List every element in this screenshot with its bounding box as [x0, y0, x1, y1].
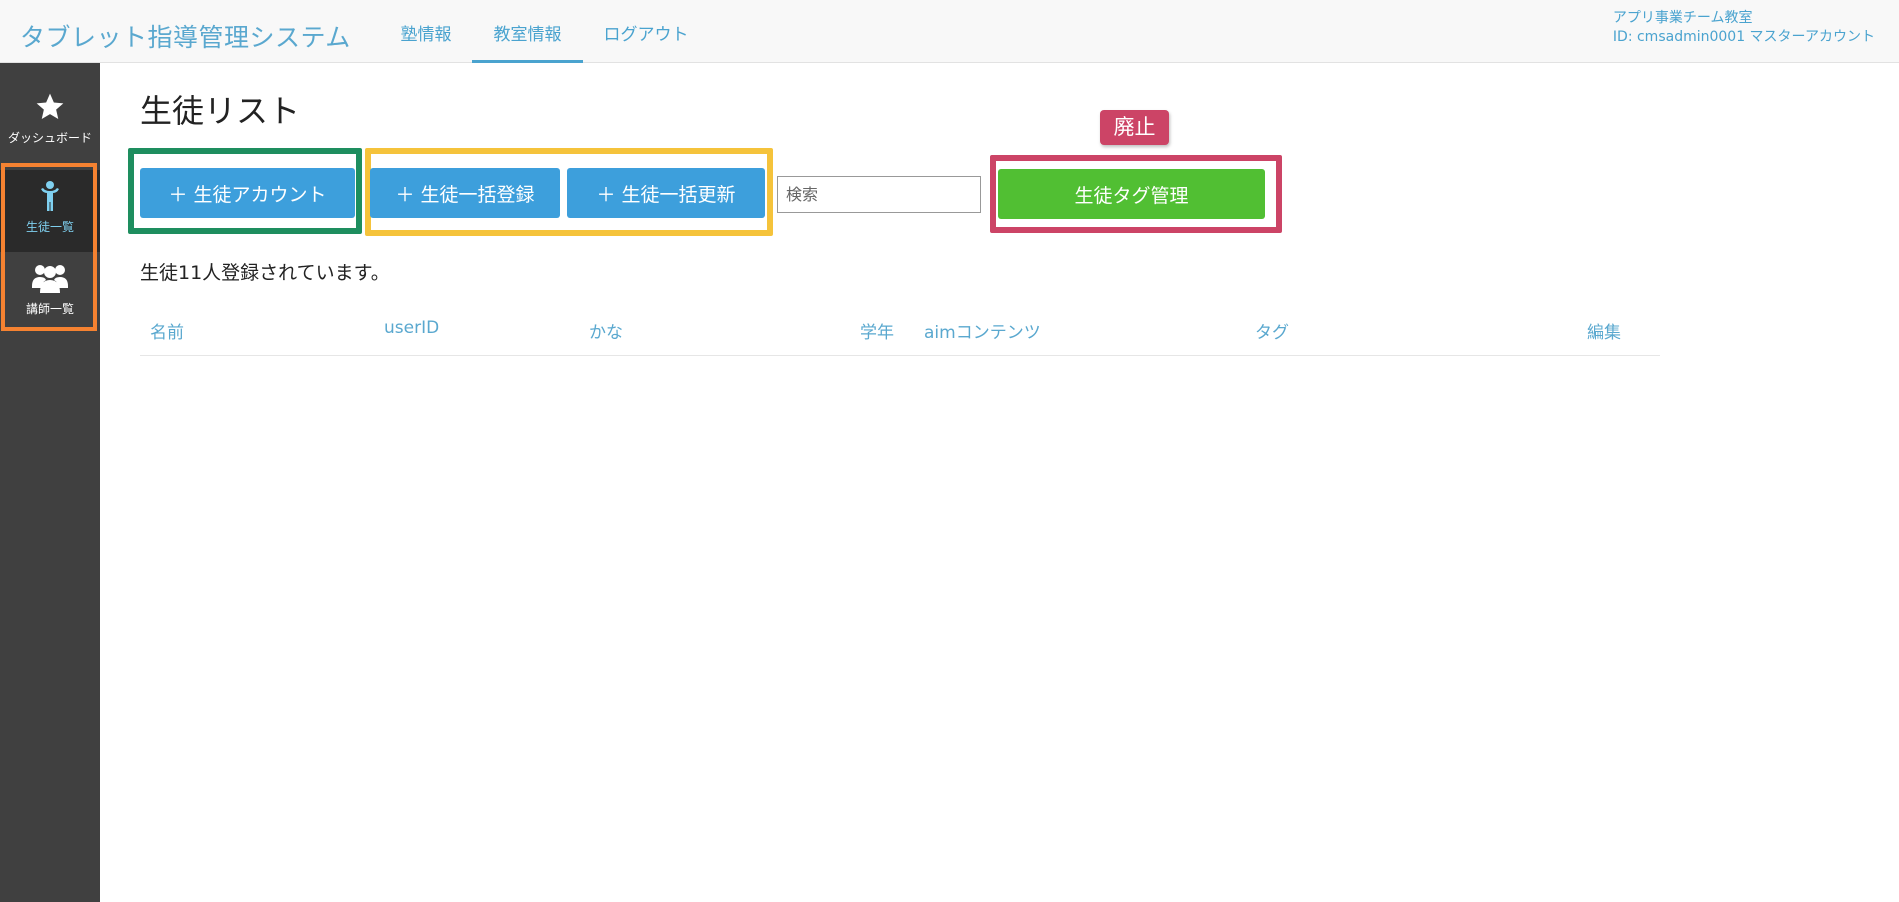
page-title: 生徒リスト — [140, 92, 301, 130]
highlight-box-orange — [1, 163, 97, 331]
student-table-header: 名前 userID かな 学年 aimコンテンツ タグ 編集 — [140, 311, 1660, 356]
column-header-aim-contents[interactable]: aimコンテンツ — [924, 318, 1041, 343]
nav-juku-info[interactable]: 塾情報 — [390, 0, 462, 63]
column-header-edit: 編集 — [1587, 323, 1621, 343]
bulk-update-button[interactable]: ＋ 生徒一括更新 — [567, 168, 765, 218]
add-student-account-button[interactable]: ＋ 生徒アカウント — [140, 168, 355, 218]
nav-classroom-info[interactable]: 教室情報 — [472, 0, 583, 63]
sidebar: ダッシュボード 生徒一覧 講師一覧 — [0, 63, 100, 902]
top-navbar: タブレット指導管理システム 塾情報 教室情報 ログアウト アプリ事業チーム教室 … — [0, 0, 1899, 63]
account-id: ID: cmsadmin0001 マスターアカウント — [1612, 29, 1875, 45]
column-header-grade[interactable]: 学年 — [860, 318, 894, 343]
sidebar-item-label: ダッシュボード — [7, 131, 92, 145]
star-icon — [36, 93, 64, 119]
bulk-register-button[interactable]: ＋ 生徒一括登録 — [370, 168, 560, 218]
column-header-name[interactable]: 名前 — [150, 318, 184, 343]
app-title[interactable]: タブレット指導管理システム — [20, 18, 351, 54]
nav-logout[interactable]: ログアウト — [594, 0, 698, 63]
account-info: アプリ事業チーム教室 ID: cmsadmin0001 マスターアカウント — [1613, 9, 1875, 47]
column-header-kana[interactable]: かな — [589, 318, 623, 343]
column-header-tag[interactable]: タグ — [1255, 318, 1289, 343]
student-count-text: 生徒11人登録されています。 — [140, 262, 390, 284]
student-tag-manage-button[interactable]: 生徒タグ管理 — [998, 169, 1265, 219]
column-header-userid[interactable]: userID — [384, 318, 439, 338]
account-classroom: アプリ事業チーム教室 — [1612, 10, 1753, 26]
sidebar-item-dashboard[interactable]: ダッシュボード — [0, 91, 100, 169]
abolish-label: 廃止 — [1100, 110, 1169, 145]
search-input[interactable] — [777, 176, 981, 213]
